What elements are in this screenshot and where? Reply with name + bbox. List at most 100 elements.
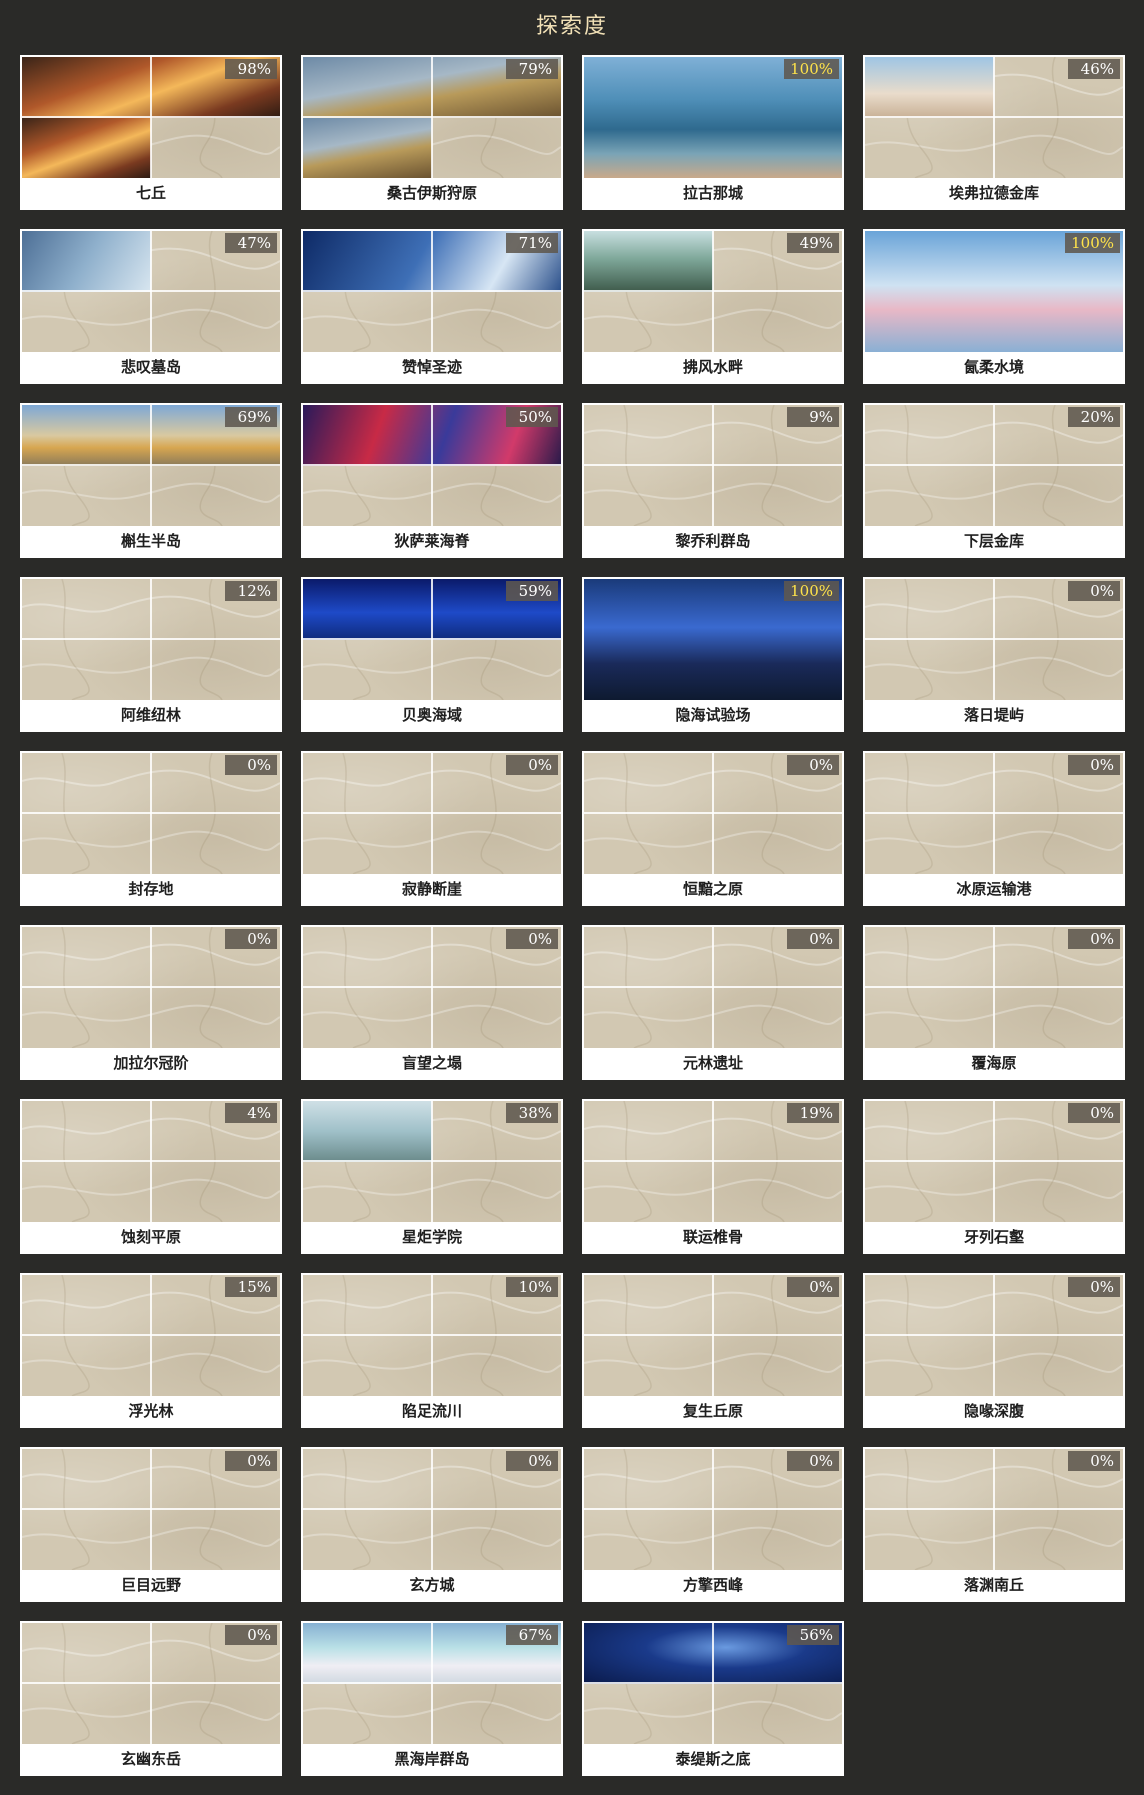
- region-card[interactable]: 100% 拉古那城: [582, 55, 844, 210]
- region-card[interactable]: 0% 牙列石壑: [863, 1099, 1125, 1254]
- region-card[interactable]: 0% 复生丘原: [582, 1273, 844, 1428]
- region-card[interactable]: 0% 加拉尔冠阶: [20, 925, 282, 1080]
- region-card[interactable]: 12% 阿维纽林: [20, 577, 282, 732]
- region-card[interactable]: 19% 联运椎骨: [582, 1099, 844, 1254]
- map-divider: [303, 638, 561, 640]
- region-card[interactable]: 9% 黎乔利群岛: [582, 403, 844, 558]
- map-divider: [303, 1334, 561, 1336]
- region-card[interactable]: 47% 悲叹墓岛: [20, 229, 282, 384]
- region-card[interactable]: 0% 巨目远野: [20, 1447, 282, 1602]
- map-divider: [303, 1160, 561, 1162]
- region-name: 元林遗址: [584, 1048, 842, 1078]
- region-map: 0%: [22, 1623, 280, 1744]
- map-divider: [584, 1160, 842, 1162]
- region-card[interactable]: 49% 拂风水畔: [582, 229, 844, 384]
- region-map: 0%: [22, 927, 280, 1048]
- region-card[interactable]: 59% 贝奥海域: [301, 577, 563, 732]
- region-name: 氤柔水境: [865, 352, 1123, 382]
- revealed-scene: [303, 1101, 432, 1162]
- map-divider: [22, 290, 280, 292]
- exploration-percent: 0%: [787, 1451, 839, 1471]
- map-divider: [22, 1334, 280, 1336]
- region-name: 方擎西峰: [584, 1570, 842, 1600]
- region-name: 冰原运输港: [865, 874, 1123, 904]
- region-map: 0%: [865, 927, 1123, 1048]
- region-card[interactable]: 10% 陷足流川: [301, 1273, 563, 1428]
- region-card[interactable]: 50% 狄萨莱海脊: [301, 403, 563, 558]
- region-card[interactable]: 69% 槲生半岛: [20, 403, 282, 558]
- map-divider: [303, 812, 561, 814]
- exploration-percent: 20%: [1068, 407, 1120, 427]
- region-card[interactable]: 0% 玄幽东岳: [20, 1621, 282, 1776]
- region-card[interactable]: 46% 埃弗拉德金库: [863, 55, 1125, 210]
- revealed-scene: [865, 57, 994, 118]
- region-name: 封存地: [22, 874, 280, 904]
- exploration-percent: 71%: [506, 233, 558, 253]
- exploration-percent: 0%: [506, 1451, 558, 1471]
- exploration-percent: 0%: [1068, 929, 1120, 949]
- exploration-percent: 46%: [1068, 59, 1120, 79]
- region-card[interactable]: 0% 隐喙深腹: [863, 1273, 1125, 1428]
- region-map: 0%: [22, 753, 280, 874]
- map-divider: [865, 1334, 1123, 1336]
- region-card[interactable]: 0% 封存地: [20, 751, 282, 906]
- region-name: 埃弗拉德金库: [865, 178, 1123, 208]
- region-name: 槲生半岛: [22, 526, 280, 556]
- region-name: 狄萨莱海脊: [303, 526, 561, 556]
- region-map: 12%: [22, 579, 280, 700]
- region-card[interactable]: 4% 蚀刻平原: [20, 1099, 282, 1254]
- region-map: 100%: [584, 579, 842, 700]
- region-card[interactable]: 0% 玄方城: [301, 1447, 563, 1602]
- exploration-percent: 0%: [506, 755, 558, 775]
- exploration-percent: 0%: [1068, 1451, 1120, 1471]
- map-divider: [22, 812, 280, 814]
- exploration-percent: 0%: [787, 755, 839, 775]
- region-map: 20%: [865, 405, 1123, 526]
- region-map: 100%: [584, 57, 842, 178]
- map-divider: [865, 1508, 1123, 1510]
- region-card[interactable]: 0% 覆海原: [863, 925, 1125, 1080]
- region-card[interactable]: 0% 冰原运输港: [863, 751, 1125, 906]
- region-card[interactable]: 20% 下层金库: [863, 403, 1125, 558]
- map-divider: [865, 1160, 1123, 1162]
- region-map: 79%: [303, 57, 561, 178]
- region-card[interactable]: 0% 恒黯之原: [582, 751, 844, 906]
- region-map: 98%: [22, 57, 280, 178]
- region-name: 牙列石壑: [865, 1222, 1123, 1252]
- region-card[interactable]: 0% 盲望之塌: [301, 925, 563, 1080]
- region-card[interactable]: 100% 氤柔水境: [863, 229, 1125, 384]
- region-map: 0%: [584, 753, 842, 874]
- region-map: 69%: [22, 405, 280, 526]
- region-card[interactable]: 79% 桑古伊斯狩原: [301, 55, 563, 210]
- map-divider: [22, 986, 280, 988]
- region-card[interactable]: 98% 七丘: [20, 55, 282, 210]
- region-map: 67%: [303, 1623, 561, 1744]
- revealed-scene: [303, 117, 432, 178]
- region-map: 0%: [865, 1449, 1123, 1570]
- map-divider: [303, 1508, 561, 1510]
- map-divider: [584, 290, 842, 292]
- region-card[interactable]: 0% 方擎西峰: [582, 1447, 844, 1602]
- region-card[interactable]: 0% 元林遗址: [582, 925, 844, 1080]
- region-map: 0%: [303, 753, 561, 874]
- region-name: 陷足流川: [303, 1396, 561, 1426]
- region-name: 星炬学院: [303, 1222, 561, 1252]
- region-map: 0%: [584, 927, 842, 1048]
- region-card[interactable]: 15% 浮光林: [20, 1273, 282, 1428]
- map-divider: [303, 116, 561, 118]
- region-card[interactable]: 100% 隐海试验场: [582, 577, 844, 732]
- region-map: 0%: [865, 1275, 1123, 1396]
- region-name: 黎乔利群岛: [584, 526, 842, 556]
- region-card[interactable]: 0% 落日堤屿: [863, 577, 1125, 732]
- map-divider: [22, 1682, 280, 1684]
- region-card[interactable]: 0% 落渊南丘: [863, 1447, 1125, 1602]
- region-map: 0%: [303, 927, 561, 1048]
- region-card[interactable]: 56% 泰缇斯之底: [582, 1621, 844, 1776]
- region-card[interactable]: 67% 黑海岸群岛: [301, 1621, 563, 1776]
- exploration-percent: 0%: [225, 929, 277, 949]
- map-divider: [22, 116, 280, 118]
- region-card[interactable]: 71% 赞悼圣迹: [301, 229, 563, 384]
- region-card[interactable]: 0% 寂静断崖: [301, 751, 563, 906]
- region-name: 浮光林: [22, 1396, 280, 1426]
- region-card[interactable]: 38% 星炬学院: [301, 1099, 563, 1254]
